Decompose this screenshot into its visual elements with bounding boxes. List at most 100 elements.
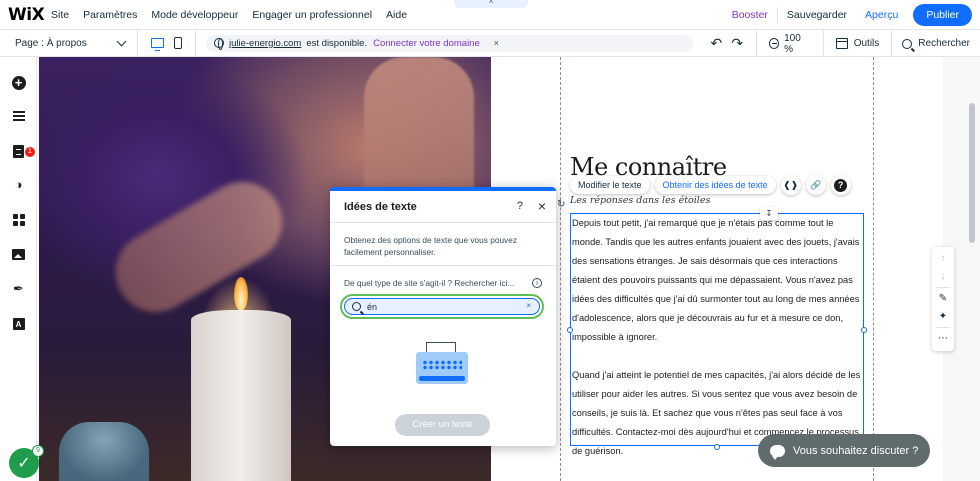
preview-button[interactable]: Aperçu (856, 9, 907, 21)
pages-button[interactable] (11, 144, 26, 159)
save-button[interactable]: Sauvegarder (778, 9, 856, 21)
magic-wand-icon[interactable]: ✦ (939, 309, 947, 324)
image-icon (12, 249, 25, 260)
page-subheading[interactable]: Les réponses dans les étoiles (570, 195, 710, 206)
design-button[interactable]: ◑ (11, 177, 26, 192)
domain-link[interactable]: julie-energio.com (229, 38, 301, 49)
device-switcher (138, 29, 196, 57)
top-bar: WiX Site Paramètres Mode développeur Eng… (0, 0, 980, 30)
pen-nib-icon: ✒ (13, 280, 24, 296)
site-type-search[interactable]: × (344, 298, 540, 315)
chat-button[interactable]: Vous souhaitez discuter ? (758, 434, 930, 467)
bottle-shape (59, 422, 149, 481)
link-icon[interactable]: 🔗 (805, 175, 826, 195)
close-icon[interactable]: × (538, 198, 546, 214)
rotate-icon[interactable]: ↻ (557, 199, 565, 210)
gridline-right (873, 57, 874, 481)
divider (936, 327, 950, 328)
publish-button[interactable]: Publier (913, 4, 972, 26)
create-text-button[interactable]: Créer un texte (395, 414, 490, 436)
chat-bubble-icon (770, 444, 785, 460)
candle-shape (191, 310, 291, 481)
search-label: Rechercher (918, 38, 970, 49)
get-text-ideas-button[interactable]: Obtenir des idées de texte (654, 176, 776, 194)
add-elements-button[interactable]: + (11, 75, 26, 90)
zoom-out-icon (768, 38, 780, 49)
chevron-down-icon (116, 36, 127, 46)
menu-hire-pro[interactable]: Engager un professionnel (245, 9, 379, 21)
zoom-control[interactable]: 100 % (755, 30, 824, 57)
tools-button[interactable]: Outils (824, 30, 893, 57)
text-ideas-panel: Idées de texte ? × Obtenez des options d… (330, 187, 556, 446)
hand-shape (101, 167, 297, 327)
gridline-left (560, 57, 561, 481)
site-type-label: De quel type de site s'agit-il ? Recherc… (344, 278, 515, 288)
arrow-up-icon[interactable]: ↑ (941, 251, 946, 266)
notification-badge: 1 (25, 147, 35, 157)
page-selector-label: Page : À propos (15, 37, 87, 49)
top-right-actions: Booster Sauvegarder Aperçu Publier (723, 0, 980, 30)
menu-dev-mode[interactable]: Mode développeur (144, 9, 245, 21)
site-type-input[interactable] (367, 301, 507, 312)
more-icon[interactable]: ⋯ (938, 331, 948, 346)
apps-icon (12, 213, 25, 226)
collapse-toolbar-tab[interactable]: ^ (454, 0, 528, 8)
sections-icon (12, 110, 25, 121)
media-button[interactable] (11, 247, 26, 262)
redo-icon[interactable]: ↷ (727, 35, 748, 52)
domain-status: est disponible. (306, 37, 368, 49)
search-icon (352, 302, 361, 311)
typewriter-illustration (416, 342, 468, 384)
apps-button[interactable] (11, 212, 26, 227)
edit-text-button[interactable]: Modifier le texte (570, 176, 650, 194)
globe-icon (214, 38, 224, 50)
chevron-up-icon: ^ (489, 0, 493, 8)
blog-button[interactable]: ✒ (11, 281, 26, 296)
help-icon[interactable]: ? (517, 200, 523, 212)
panel-header: Idées de texte ? × (330, 191, 556, 223)
animation-icon[interactable]: ❰❱ (780, 175, 801, 195)
close-icon[interactable]: × (494, 38, 499, 48)
site-type-search-focus-ring: × (340, 294, 544, 319)
top-menu: Site Paramètres Mode développeur Engager… (44, 9, 414, 21)
mobile-icon[interactable] (174, 37, 182, 49)
clear-icon[interactable]: × (526, 301, 531, 310)
paint-drop-icon: ◑ (14, 177, 23, 192)
search-icon (902, 38, 913, 49)
connect-domain-link[interactable]: Connecter votre domaine (373, 38, 480, 49)
checkmark-icon: ✓ (17, 455, 31, 472)
search-button[interactable]: Rechercher (892, 30, 980, 57)
left-toolbar: + ◑ ✒ A (0, 57, 37, 481)
help-button[interactable]: ? (830, 175, 851, 195)
page-selector[interactable]: Page : À propos (0, 29, 138, 57)
menu-settings[interactable]: Paramètres (76, 9, 144, 21)
arrow-down-icon[interactable]: ↓ (941, 269, 946, 284)
pencil-icon[interactable]: ✎ (939, 291, 947, 306)
plus-icon: + (11, 75, 26, 90)
candle-flame (234, 277, 248, 311)
business-button[interactable]: A (11, 316, 26, 331)
undo-icon[interactable]: ↶ (706, 35, 727, 52)
editor-tools: ↶ ↷ 100 % Outils Rechercher (706, 30, 980, 57)
site-type-question: De quel type de site s'agit-il ? Recherc… (330, 266, 556, 288)
menu-help[interactable]: Aide (379, 9, 414, 21)
wix-logo[interactable]: WiX (0, 5, 45, 25)
panel-description: Obtenez des options de texte que vous po… (330, 223, 556, 266)
typewriter-keys (422, 360, 462, 370)
tools-icon (835, 38, 848, 49)
menu-site[interactable]: Site (44, 9, 76, 21)
desktop-icon[interactable] (151, 38, 164, 51)
help-icon: ? (834, 178, 848, 192)
element-side-toolbar: ↑ ↓ ✎ ✦ ⋯ (932, 247, 954, 351)
sections-button[interactable] (11, 108, 26, 123)
checklist-count-badge: 9 (32, 445, 44, 457)
paragraph-1: Depuis tout petit, j'ai remarqué que je … (572, 218, 860, 342)
panel-title: Idées de texte (344, 200, 417, 213)
text-element-toolbar: Modifier le texte Obtenir des idées de t… (570, 175, 851, 195)
domain-bar: julie-energio.com est disponible. Connec… (206, 34, 693, 52)
boost-button[interactable]: Booster (723, 9, 777, 21)
canvas-scrollbar[interactable] (969, 103, 975, 243)
bag-icon: A (12, 317, 25, 330)
info-icon[interactable]: i (532, 278, 542, 288)
divider (936, 287, 950, 288)
